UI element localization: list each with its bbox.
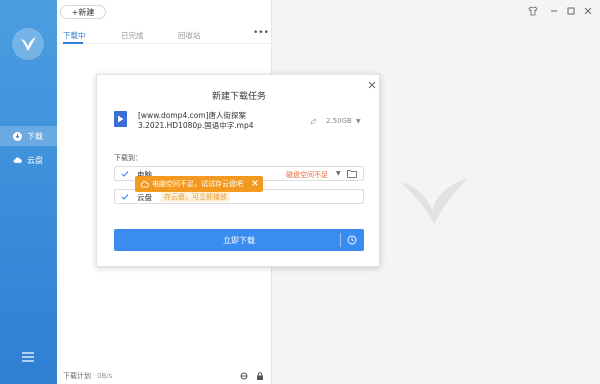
new-task-button[interactable]: +新建 <box>60 5 106 19</box>
cloud-hint-badge: 存云盘，可立即播放 <box>161 192 230 202</box>
storage-tooltip: 电脑空间不足，试试存云盘吧 <box>135 176 263 192</box>
cloud-icon <box>13 156 22 165</box>
close-window-icon[interactable] <box>583 6 593 16</box>
file-size: 2.50GB <box>326 117 352 125</box>
download-plan-link[interactable]: 下载计划 <box>63 371 91 381</box>
app-logo-icon <box>12 28 44 60</box>
sidebar-item-download[interactable]: 下载 <box>0 126 57 146</box>
minimize-icon[interactable] <box>549 6 559 16</box>
lock-icon[interactable] <box>256 372 264 380</box>
tab-downloading[interactable]: 下载中 <box>63 30 86 41</box>
tab-completed[interactable]: 已完成 <box>121 30 144 41</box>
active-tab-indicator <box>63 42 83 44</box>
download-speed: 0B/s <box>97 372 113 380</box>
caret-down-icon[interactable]: ▼ <box>336 170 341 177</box>
skin-shirt-icon[interactable] <box>528 6 538 16</box>
schedule-clock-icon[interactable] <box>347 235 357 245</box>
video-file-icon <box>114 111 127 127</box>
cloud-label: 云盘 <box>137 193 152 202</box>
more-options-icon[interactable]: ••• <box>253 28 269 38</box>
sidebar-item-label: 下载 <box>27 131 43 141</box>
cloud-checkbox[interactable] <box>121 193 129 201</box>
sidebar-item-cloud[interactable]: 云盘 <box>0 150 57 170</box>
dialog-title: 新建下载任务 <box>211 92 266 102</box>
file-name[interactable]: [www.domp4.com]唐人街探案3.2021.HD1080p.国语中字.… <box>138 111 298 131</box>
ie-browser-icon[interactable] <box>240 372 248 380</box>
tooltip-close-icon[interactable] <box>251 179 259 187</box>
maximize-icon[interactable] <box>566 6 576 16</box>
tooltip-text: 电脑空间不足，试试存云盘吧 <box>152 180 243 188</box>
tab-recycle-bin[interactable]: 回收站 <box>178 30 201 41</box>
status-footer: 下载计划 0B/s <box>57 368 272 384</box>
save-to-label: 下载到： <box>114 154 142 162</box>
download-icon <box>13 131 22 141</box>
edit-icon[interactable] <box>310 118 317 125</box>
folder-icon[interactable] <box>347 169 357 178</box>
button-divider <box>340 233 341 247</box>
left-rail: 下载 云盘 <box>0 0 57 384</box>
new-download-dialog: 新建下载任务 [www.domp4.com]唐人街探案3.2021.HD1080… <box>96 74 380 267</box>
sidebar-item-label: 云盘 <box>27 155 43 165</box>
caret-down-icon[interactable]: ▼ <box>356 118 361 125</box>
cloud-icon <box>140 180 150 188</box>
local-checkbox[interactable] <box>121 170 129 178</box>
download-now-button[interactable]: 立即下载 <box>114 229 364 251</box>
bird-watermark-icon <box>398 176 470 226</box>
hamburger-menu-icon[interactable] <box>22 352 34 362</box>
download-now-label: 立即下载 <box>223 235 255 245</box>
task-tabs: 下载中 已完成 回收站 ••• <box>57 28 272 44</box>
disk-space-warning: 磁盘空间不足 <box>286 171 328 179</box>
dialog-close-icon[interactable] <box>368 81 376 89</box>
